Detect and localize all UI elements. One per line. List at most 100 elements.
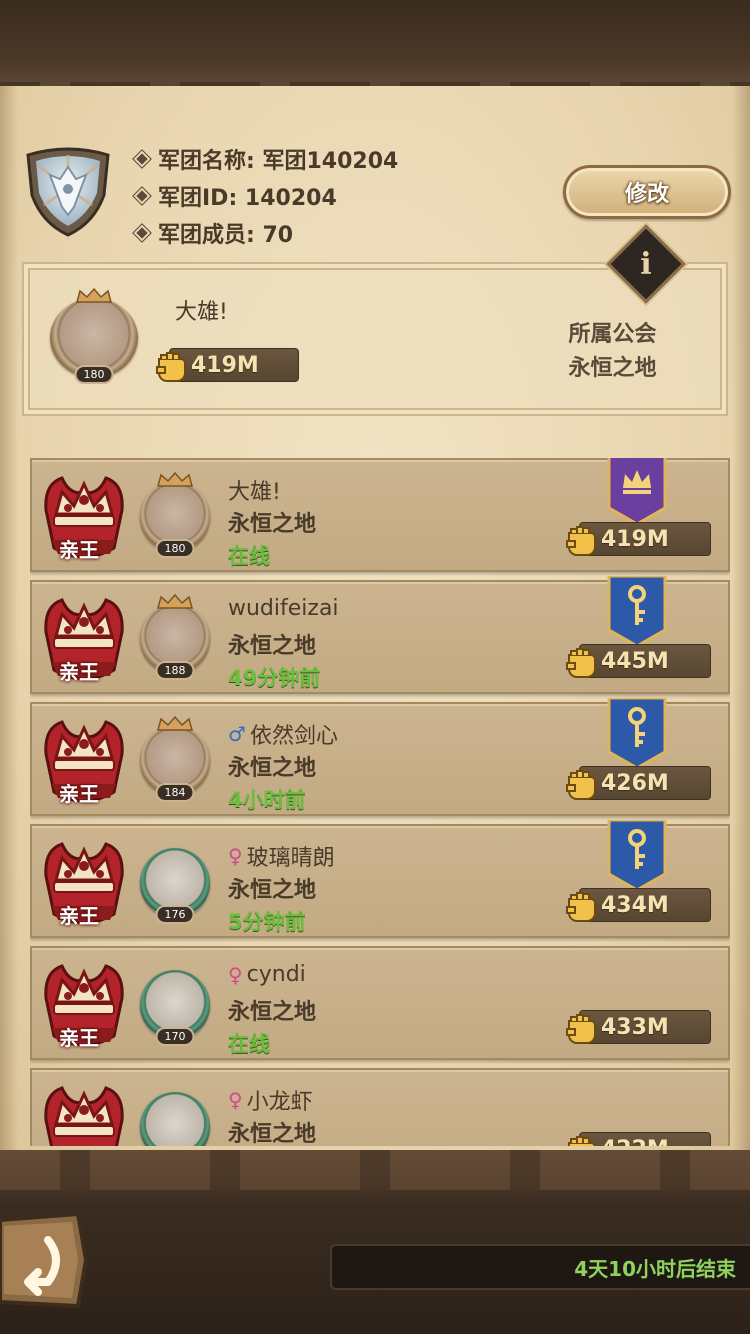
female-gender-icon: ♀ (228, 962, 243, 987)
rank-label: 亲王 (59, 782, 99, 806)
fist-icon (566, 892, 596, 922)
power-value: 422M (601, 1137, 669, 1147)
member-name-text: cyndi (246, 962, 306, 987)
member-avatar[interactable]: 176 (140, 848, 210, 924)
power-value: 433M (601, 1014, 669, 1040)
rank-label: 亲王 (59, 538, 99, 562)
rank-label: 亲王 (59, 904, 99, 928)
avatar-level-badge: 180 (74, 365, 114, 384)
blue-key-banner-icon (605, 574, 669, 648)
power-value: 426M (601, 770, 669, 796)
rank-crown-icon (40, 1080, 128, 1146)
female-gender-icon: ♀ (228, 1088, 243, 1112)
member-status: 在线 (228, 1032, 270, 1056)
top-header-band (0, 0, 750, 96)
member-name-text: 依然剑心 (249, 724, 338, 749)
crown-icon (157, 716, 193, 731)
leader-name: 大雄! (175, 300, 228, 325)
member-name: ♂ 依然剑心 (228, 718, 338, 750)
member-row[interactable]: 亲王 184 ♂ 依然剑心永恒之地 4小时前 426M (30, 696, 730, 816)
member-name: ♀ cyndi (228, 962, 306, 987)
fist-icon (566, 1014, 596, 1044)
avatar-level-badge: 180 (155, 539, 195, 558)
edit-button[interactable]: 修改 (563, 165, 731, 219)
member-power: 433M (565, 1010, 711, 1044)
member-avatar[interactable]: 184 (140, 716, 210, 802)
rank-label: 亲王 (59, 660, 99, 684)
crown-icon (157, 594, 193, 609)
member-guild: 永恒之地 (228, 512, 317, 537)
member-status: 在线 (228, 544, 270, 568)
fist-icon (566, 770, 596, 800)
member-status: 5分钟前 (228, 910, 306, 934)
bullet-diamond-icon (132, 222, 152, 243)
member-power: 426M (565, 766, 711, 800)
guild-affiliation: 所属公会 永恒之地 (540, 318, 685, 386)
member-row[interactable]: 亲王 170 ♀ cyndi 永恒之地在线 433M (30, 946, 730, 1060)
blue-key-banner-icon (605, 818, 669, 892)
guild-info: 军团名称: 军团140204 军团ID: 140204 军团成员: 70 (132, 140, 399, 251)
member-power: 445M (565, 644, 711, 678)
back-button[interactable] (0, 1210, 90, 1310)
guild-name-line: 军团名称: 军团140204 (132, 140, 399, 177)
member-guild: 永恒之地 (228, 878, 317, 903)
avatar-level-badge: 170 (155, 1027, 195, 1046)
member-name: 大雄! (228, 474, 281, 506)
member-name-text: 大雄! (228, 480, 281, 505)
member-guild: 永恒之地 (228, 1122, 317, 1146)
bullet-diamond-icon (132, 185, 152, 206)
member-avatar[interactable]: 170 (140, 970, 210, 1046)
crown-icon (157, 472, 193, 487)
member-name: ♀ 玻璃晴朗 (228, 840, 335, 872)
leader-avatar[interactable]: 180 (50, 288, 138, 384)
rank-label: 亲王 (59, 1026, 99, 1050)
member-avatar[interactable]: 180 (140, 472, 210, 558)
member-row[interactable]: 亲王 176 ♀ 玻璃晴朗永恒之地 5分钟前 434M (30, 818, 730, 938)
member-guild: 永恒之地 (228, 1000, 317, 1025)
member-name: wudifeizai (228, 596, 339, 621)
guild-members-line: 军团成员: 70 (132, 214, 398, 251)
guild-id-line: 军团ID: 140204 (132, 177, 398, 214)
crown-icon (76, 288, 112, 303)
fist-icon (566, 648, 596, 678)
leader-power: 419M (155, 348, 299, 382)
member-name-text: 小龙虾 (246, 1090, 313, 1115)
fist-icon (566, 526, 596, 556)
member-status: 4小时前 (228, 788, 306, 812)
member-power: 434M (565, 888, 711, 922)
bottom-bar (0, 1150, 750, 1334)
guild-affiliation-label: 所属公会 (568, 322, 657, 347)
male-gender-icon: ♂ (228, 722, 246, 746)
blue-key-banner-icon (605, 696, 669, 770)
guild-affiliation-name: 永恒之地 (568, 356, 657, 381)
member-row[interactable]: 亲王 188 wudifeizai 永恒之地 49分钟前 445M (30, 574, 730, 694)
member-status: 49分钟前 (228, 666, 321, 690)
purple-crown-banner-icon (605, 458, 669, 526)
power-value: 445M (601, 648, 669, 674)
member-list[interactable]: 亲王 180 大雄! 永恒之地 在线 419M 亲王 188 wudifeizai 永恒之地 49分… (30, 458, 730, 1146)
power-value: 419M (601, 526, 669, 552)
member-guild: 永恒之地 (228, 634, 317, 659)
guild-name-text: 军团名称: 军团140204 (158, 148, 399, 174)
member-row[interactable]: 亲王 170 ♀小龙虾永恒之地 422M (30, 1068, 730, 1146)
fist-icon (156, 352, 186, 382)
guild-emblem-icon (26, 147, 110, 237)
member-guild: 永恒之地 (228, 756, 317, 781)
member-name-text: 玻璃晴朗 (246, 846, 335, 871)
fist-icon (568, 1136, 596, 1146)
rank-label: 亲王 (59, 1144, 99, 1146)
avatar-level-badge: 184 (155, 783, 195, 802)
member-avatar[interactable]: 170 (140, 1092, 210, 1146)
member-avatar[interactable]: 188 (140, 594, 210, 680)
avatar-level-badge: 176 (155, 905, 195, 924)
member-power: 422M (565, 1132, 711, 1146)
member-name: ♀ 小龙虾 (228, 1084, 313, 1116)
guild-id-text: 军团ID: 140204 (158, 185, 337, 211)
power-value: 434M (601, 892, 669, 918)
member-row[interactable]: 亲王 180 大雄! 永恒之地在线 419M (30, 458, 730, 572)
bullet-diamond-icon (132, 148, 152, 169)
power-value: 419M (191, 352, 259, 378)
avatar-level-badge: 188 (155, 661, 195, 680)
female-gender-icon: ♀ (228, 844, 243, 868)
event-timer: 4天10小时后结束 (330, 1244, 750, 1290)
